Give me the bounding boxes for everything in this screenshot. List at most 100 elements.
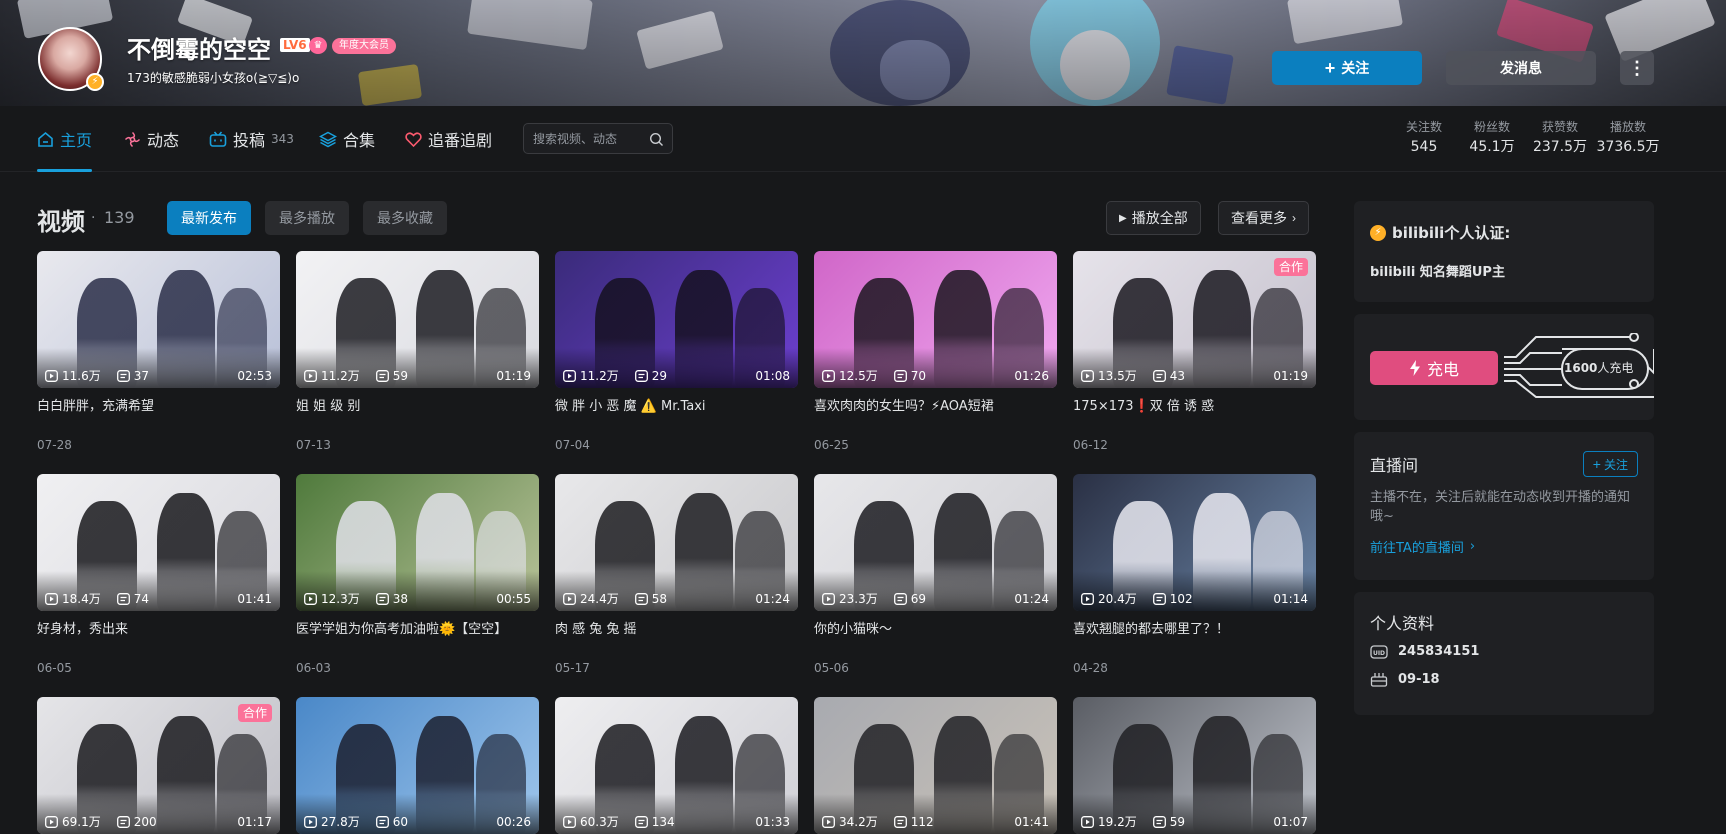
video-thumbnail[interactable]: 合作 69.1万 200 01:17 [37,697,280,834]
video-card[interactable]: 11.6万 37 02:53 白白胖胖，充满希望 07-28 [37,251,280,452]
play-count: 13.5万 [1098,369,1137,383]
video-thumbnail[interactable]: 合作 13.5万 43 01:19 [1073,251,1316,388]
tab-bangumi[interactable]: 追番追剧 [405,106,492,172]
video-thumbnail[interactable]: 11.2万 59 01:19 [296,251,539,388]
video-card[interactable]: 34.2万 112 01:41 [814,697,1057,834]
video-thumbnail[interactable]: 11.2万 29 01:08 [555,251,798,388]
tv-icon [209,130,227,147]
danmaku-icon [1152,592,1166,605]
video-thumbnail[interactable]: 18.4万 74 01:41 [37,474,280,611]
section-dot: · [91,210,96,226]
tab-uploads-label: 投稿 [233,131,266,150]
tab-home[interactable]: 主页 [37,106,93,172]
play-count: 11.2万 [580,369,619,383]
video-duration: 01:41 [237,591,272,606]
video-thumbnail[interactable]: 27.8万 60 00:26 [296,697,539,834]
video-thumbnail[interactable]: 12.5万 70 01:26 [814,251,1057,388]
video-stats: 11.2万 59 01:19 [304,367,531,384]
video-stats: 60.3万 134 01:33 [563,813,790,830]
play-count: 12.5万 [839,369,878,383]
send-message-button[interactable]: 发消息 [1446,51,1596,85]
space-search-input[interactable] [533,131,645,146]
video-card[interactable]: 20.4万 102 01:14 喜欢翘腿的都去哪里了？！ 04-28 [1073,474,1316,675]
video-card[interactable]: 18.4万 74 01:41 好身材，秀出来 06-05 [37,474,280,675]
charge-count-number: 1600 [1564,361,1598,375]
play-count-icon [822,592,835,605]
danmaku-icon [1152,369,1166,382]
tab-dynamic[interactable]: 动态 [124,106,179,172]
see-more-button[interactable]: 查看更多 › [1218,201,1309,235]
video-thumbnail[interactable]: 60.3万 134 01:33 [555,697,798,834]
video-title[interactable]: 喜欢翘腿的都去哪里了？！ [1073,621,1316,639]
more-vertical-icon[interactable]: ⋮ [1620,51,1654,85]
live-follow-button[interactable]: + 关注 [1582,451,1638,477]
video-title[interactable]: 姐 姐 级 别 [296,398,539,416]
video-title[interactable]: 医学学姐为你高考加油啦🌞【空空】 [296,621,539,639]
uid-row: UID 245834151 [1370,644,1479,659]
charge-button[interactable]: 充电 [1370,351,1498,385]
birthday-row: 09-18 [1370,672,1440,687]
live-room-link[interactable]: 前往TA的直播间 › [1370,537,1475,556]
video-card[interactable]: 12.3万 38 00:55 医学学姐为你高考加油啦🌞【空空】 06-03 [296,474,539,675]
video-card[interactable]: 合作 69.1万 200 01:17 [37,697,280,834]
play-count-icon [563,815,576,828]
tab-collections[interactable]: 合集 [319,106,375,172]
active-tab-underline [37,169,93,172]
video-date: 07-04 [555,438,590,452]
plus-icon: + [1324,58,1336,78]
video-card[interactable]: 12.5万 70 01:26 喜欢肉肉的女生吗？⚡AOA短裙 06-25 [814,251,1057,452]
sort-most-favorited-button[interactable]: 最多收藏 [363,201,447,235]
video-thumbnail[interactable]: 23.3万 69 01:24 [814,474,1057,611]
video-title[interactable]: 微 胖 小 恶 魔 ⚠️ Mr.Taxi [555,398,798,416]
video-title[interactable]: 白白胖胖，充满希望 [37,398,280,416]
video-title[interactable]: 喜欢肉肉的女生吗？⚡AOA短裙 [814,398,1057,416]
stat-fans[interactable]: 粉丝数 45.1万 [1458,118,1526,158]
play-count-icon [1081,369,1094,382]
username[interactable]: 不倒霉的空空 [127,30,271,65]
tab-dynamic-label: 动态 [147,131,180,150]
profile-info-title: 个人资料 [1370,614,1435,633]
layers-icon [319,131,337,147]
video-card[interactable]: 60.3万 134 01:33 [555,697,798,834]
video-title[interactable]: 你的小猫咪～ [814,621,1057,639]
play-count: 24.4万 [580,592,619,606]
uid-icon: UID [1370,644,1388,659]
video-card[interactable]: 合作 13.5万 43 01:19 175×173❗双 倍 诱 惑 06-12 [1073,251,1316,452]
sort-newest-button[interactable]: 最新发布 [167,201,251,235]
stat-following-value: 545 [1410,139,1438,155]
video-card[interactable]: 11.2万 59 01:19 姐 姐 级 别 07-13 [296,251,539,452]
video-thumbnail[interactable]: 24.4万 58 01:24 [555,474,798,611]
video-thumbnail[interactable]: 19.2万 59 01:07 [1073,697,1316,834]
video-thumbnail[interactable]: 12.3万 38 00:55 [296,474,539,611]
video-title[interactable]: 好身材，秀出来 [37,621,280,639]
video-card[interactable]: 24.4万 58 01:24 肉 感 兔 兔 摇 05-17 [555,474,798,675]
video-thumbnail[interactable]: 34.2万 112 01:41 [814,697,1057,834]
search-icon[interactable] [649,132,664,147]
video-card[interactable]: 23.3万 69 01:24 你的小猫咪～ 05-06 [814,474,1057,675]
stat-likes: 获赞数 237.5万 [1526,118,1594,158]
video-thumbnail[interactable]: 20.4万 102 01:14 [1073,474,1316,611]
stat-following[interactable]: 关注数 545 [1390,118,1458,158]
tab-uploads[interactable]: 投稿 343 [209,106,294,172]
level-badge: LV6 [280,38,310,52]
section-title: 视频 [37,208,85,236]
profile-info-card: 个人资料 UID 245834151 09-18 [1354,592,1654,715]
video-card[interactable]: 27.8万 60 00:26 [296,697,539,834]
play-all-button[interactable]: ▶ 播放全部 [1106,201,1201,235]
annual-vip-badge: 年度大会员 [332,38,396,54]
play-count-icon [822,369,835,382]
follow-button[interactable]: + 关注 [1272,51,1422,85]
video-card[interactable]: 19.2万 59 01:07 [1073,697,1316,834]
stat-likes-label: 获赞数 [1541,120,1578,134]
video-thumbnail[interactable]: 11.6万 37 02:53 [37,251,280,388]
space-search-box[interactable] [523,123,673,154]
verified-lightning-icon: ⚡ [86,73,104,91]
sort-most-played-button[interactable]: 最多播放 [265,201,349,235]
video-duration: 01:33 [755,814,790,829]
video-stats: 13.5万 43 01:19 [1081,367,1308,384]
video-card[interactable]: 11.2万 29 01:08 微 胖 小 恶 魔 ⚠️ Mr.Taxi 07-04 [555,251,798,452]
video-title[interactable]: 肉 感 兔 兔 摇 [555,621,798,639]
danmaku-icon [893,815,907,828]
video-duration: 01:24 [755,591,790,606]
video-title[interactable]: 175×173❗双 倍 诱 惑 [1073,398,1316,416]
